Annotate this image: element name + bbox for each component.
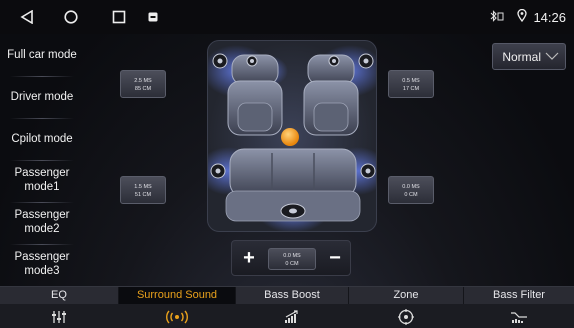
delay-ms: 0.5 MS [402,78,420,84]
back-icon[interactable] [18,8,36,26]
preset-label: Normal [502,49,541,64]
delay-cm: 17 CM [402,86,420,92]
increase-button[interactable]: + [238,241,260,275]
tab-label: Bass Filter [464,287,574,304]
delay-ms: 2.5 MS [134,78,152,84]
delay-cm: 85 CM [134,86,152,92]
front-right-seat [303,54,359,136]
sound-focus-point [281,128,299,146]
tab-label: EQ [0,287,118,304]
mode-full-car[interactable]: Full car mode [4,40,80,70]
delay-cm: 51 CM [134,192,152,198]
equalizer-icon [51,308,67,326]
status-bar: 14:26 [0,0,574,34]
mode-divider [10,118,74,119]
front-left-delay[interactable]: 2.5 MS 85 CM [120,70,166,98]
subwoofer-delay-stepper: + 0.0 MS 0 CM − [231,240,351,276]
chevron-down-icon [545,50,559,64]
delay-cm: 0 CM [404,192,418,198]
recents-icon[interactable] [110,8,128,26]
mode-passenger-3[interactable]: Passenger mode3 [4,248,80,280]
home-icon[interactable] [62,8,80,26]
delay-ms: 1.5 MS [134,184,152,190]
delay-cm: 0 CM [285,261,299,267]
listening-mode-list: Full car mode Driver mode Cpilot mode Pa… [0,34,82,286]
location-icon [517,8,528,25]
tab-bass-filter[interactable]: Bass Filter [464,287,574,328]
mode-driver[interactable]: Driver mode [4,82,80,112]
delay-ms: 0.0 MS [283,253,301,259]
decrease-button[interactable]: − [324,241,346,275]
tab-label: Surround Sound [119,287,235,304]
delay-ms: 0.0 MS [402,184,420,190]
notification-icon [146,8,160,26]
car-seat-diagram [207,40,377,232]
tab-bass-boost[interactable]: Bass Boost [236,287,348,328]
front-left-seat [227,54,283,136]
mode-divider [10,76,74,77]
mode-divider [10,202,74,203]
sound-settings-screen: 14:26 Full car mode Driver mode Cpilot m… [0,0,574,328]
bass-filter-icon [510,308,528,326]
mode-passenger-2[interactable]: Passenger mode2 [4,206,80,238]
preset-dropdown[interactable]: Normal [492,43,566,70]
rear-right-delay[interactable]: 0.0 MS 0 CM [388,176,434,204]
mode-copilot[interactable]: Cpilot mode [4,124,80,154]
rear-left-delay[interactable]: 1.5 MS 51 CM [120,176,166,204]
status-right: 14:26 [489,8,566,25]
surround-icon [166,308,188,326]
mode-passenger-1[interactable]: Passenger mode1 [4,164,80,196]
clock-time: 14:26 [533,9,566,25]
tab-zone[interactable]: Zone [349,287,463,328]
bluetooth-icon [489,9,505,25]
tab-surround-sound[interactable]: Surround Sound [119,287,235,328]
tab-label: Zone [349,287,463,304]
mode-divider [10,160,74,161]
bottom-tab-bar: EQ Surround Sound Bass Boost Zone Bass F… [0,286,574,328]
tab-eq[interactable]: EQ [0,287,118,328]
zone-icon [397,308,415,326]
tab-label: Bass Boost [236,287,348,304]
bass-boost-icon [284,308,300,326]
subwoofer-delay: 0.0 MS 0 CM [268,248,316,270]
front-right-delay[interactable]: 0.5 MS 17 CM [388,70,434,98]
mode-divider [10,244,74,245]
